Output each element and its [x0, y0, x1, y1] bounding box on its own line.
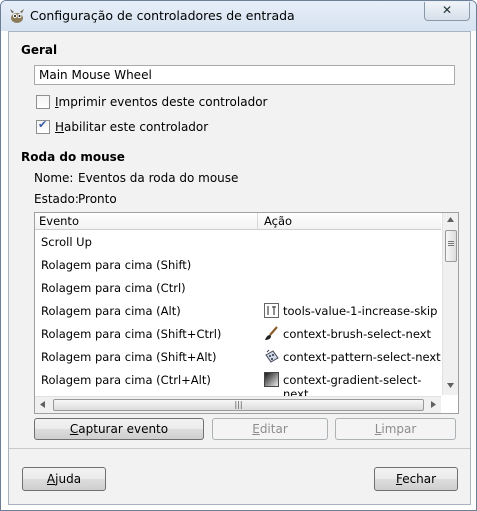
dialog-body: Geral Imprimir eventos deste controlador… — [8, 31, 471, 505]
table-header: Evento Ação — [35, 213, 441, 230]
event-action-table[interactable]: Evento Ação Scroll Up Rolagem para cima … — [34, 212, 459, 414]
close-icon: ✕ — [441, 3, 453, 17]
event-cell: Rolagem para cima (Shift+Alt) — [41, 350, 217, 364]
wheel-state-value: Pronto — [78, 192, 117, 206]
close-window-button[interactable]: ✕ — [424, 2, 470, 21]
controller-name-input[interactable] — [34, 65, 455, 85]
scroll-right-arrow-icon[interactable] — [431, 401, 436, 408]
table-row[interactable]: Rolagem para cima (Ctrl+Alt) context-gra… — [35, 369, 441, 401]
table-row[interactable]: Rolagem para cima (Shift) — [35, 254, 441, 277]
horizontal-scroll-thumb[interactable]: ||| — [53, 399, 424, 411]
scroll-down-arrow-icon[interactable] — [447, 383, 454, 388]
print-events-checkbox-row[interactable]: Imprimir eventos deste controlador — [36, 94, 276, 110]
pattern-icon — [265, 349, 279, 363]
footer-divider — [9, 448, 470, 449]
action-cell: context-pattern-select-next — [283, 350, 441, 364]
wheel-name-value: Eventos da roda do mouse — [78, 171, 239, 185]
table-row[interactable]: Rolagem para cima (Ctrl) — [35, 277, 441, 300]
vertical-scrollbar[interactable] — [442, 213, 458, 395]
brush-icon — [265, 326, 278, 340]
dialog-window: Configuração de controladores de entrada… — [0, 0, 477, 511]
horizontal-scrollbar[interactable]: ||| — [35, 396, 441, 413]
column-header-action[interactable]: Ação — [264, 214, 292, 228]
table-row[interactable]: Rolagem para cima (Alt) tools-value-1-in… — [35, 300, 441, 323]
enable-controller-checkbox-row[interactable]: Habilitar este controlador — [36, 118, 276, 135]
tools-icon — [264, 303, 279, 318]
action-cell: tools-value-1-increase-skip — [283, 304, 438, 318]
vertical-scroll-thumb[interactable] — [445, 230, 457, 262]
event-cell: Rolagem para cima (Alt) — [41, 304, 181, 318]
wheel-name-label: Nome: — [34, 171, 74, 185]
scroll-up-arrow-icon[interactable] — [447, 217, 454, 222]
gradient-icon — [264, 372, 279, 387]
section-wheel-heading: Roda do mouse — [21, 150, 125, 164]
wheel-state-label: Estado: — [34, 192, 79, 206]
column-separator — [257, 213, 258, 229]
section-general-heading: Geral — [21, 43, 58, 57]
event-cell: Scroll Up — [41, 235, 92, 249]
title-bar[interactable]: Configuração de controladores de entrada… — [1, 1, 476, 31]
gimp-app-icon — [10, 9, 24, 23]
action-cell: context-brush-select-next — [283, 327, 432, 341]
scroll-left-arrow-icon[interactable] — [40, 401, 45, 408]
table-row[interactable]: Rolagem para cima (Shift+Alt) context-pa… — [35, 346, 441, 369]
edit-button[interactable]: Editar — [212, 418, 328, 440]
event-cell: Rolagem para cima (Shift+Ctrl) — [41, 327, 222, 341]
clear-button[interactable]: Limpar — [335, 418, 456, 440]
table-row[interactable]: Scroll Up — [35, 231, 441, 254]
table-row[interactable]: Rolagem para cima (Shift+Ctrl) context-b… — [35, 323, 441, 346]
enable-controller-checkbox[interactable] — [36, 118, 50, 134]
enable-controller-label: Habilitar este controlador — [55, 120, 209, 134]
event-cell: Rolagem para cima (Ctrl) — [41, 281, 186, 295]
event-cell: Rolagem para cima (Shift) — [41, 258, 192, 272]
capture-event-button[interactable]: Capturar evento — [34, 418, 204, 440]
event-cell: Rolagem para cima (Ctrl+Alt) — [41, 373, 211, 387]
window-title: Configuração de controladores de entrada — [30, 8, 295, 23]
print-events-label: Imprimir eventos deste controlador — [55, 95, 268, 109]
help-button[interactable]: Ajuda — [22, 467, 106, 491]
print-events-checkbox[interactable] — [36, 95, 50, 109]
close-button[interactable]: Fechar — [374, 467, 458, 491]
column-header-event[interactable]: Evento — [39, 214, 79, 228]
